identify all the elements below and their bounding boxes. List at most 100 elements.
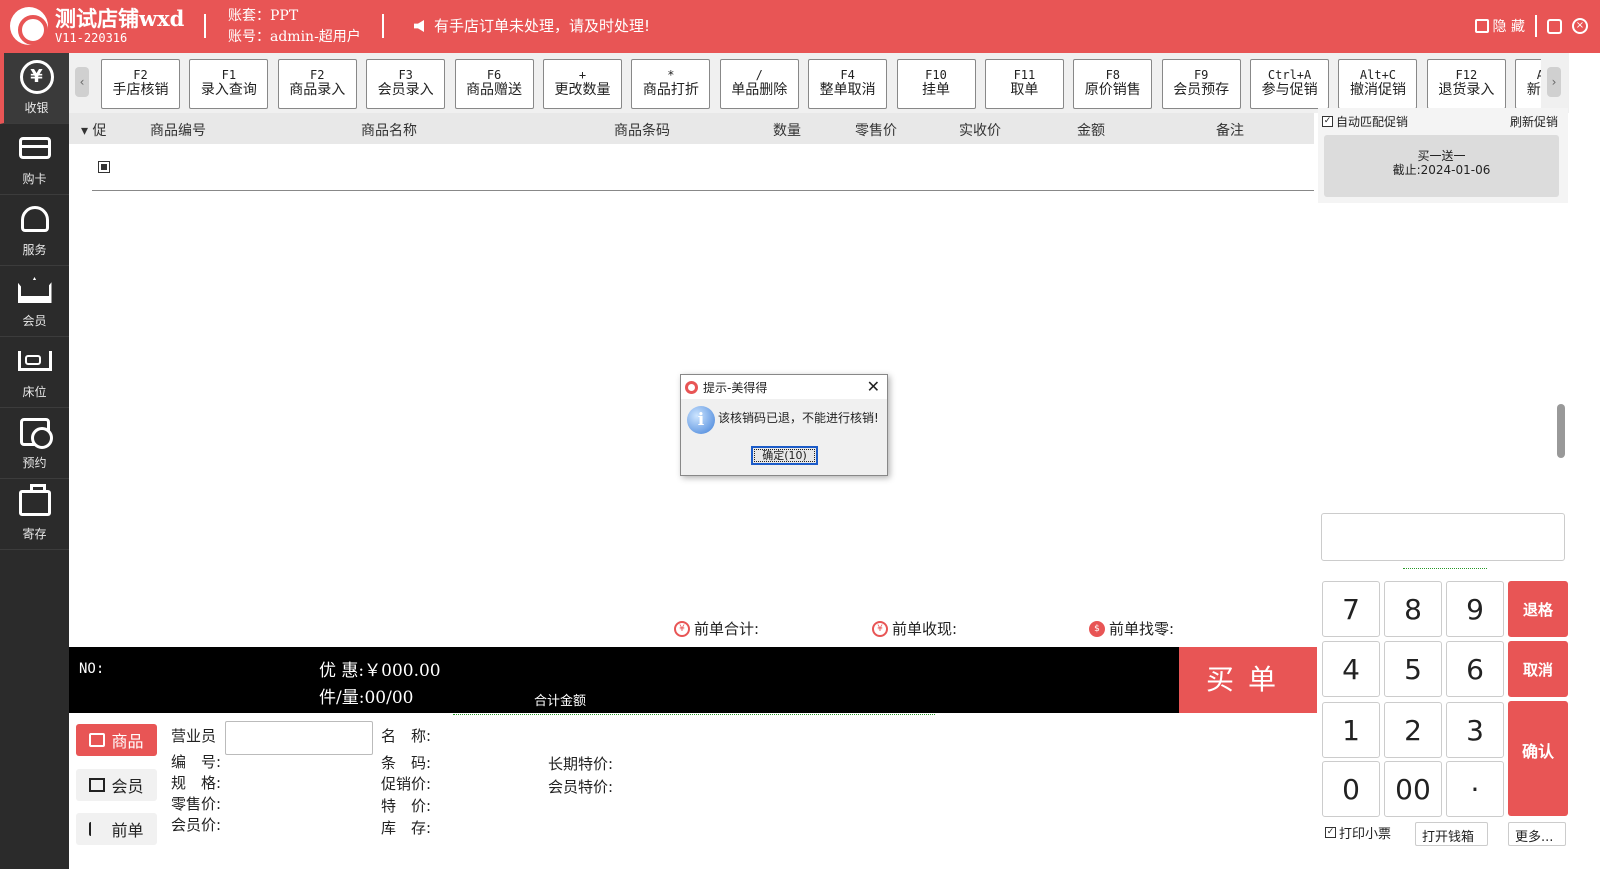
fkey-label: 原价销售 — [1084, 82, 1141, 98]
col-amount: 金额 — [1077, 123, 1105, 139]
fkey-cancel-order[interactable]: F4 整单取消 — [808, 59, 888, 109]
promo-price-label: 促销价: — [381, 775, 432, 793]
close-icon[interactable]: × — [1572, 18, 1588, 34]
fkey-change-qty[interactable]: + 更改数量 — [542, 59, 622, 109]
fkey-goods-gift[interactable]: F6 商品赠送 — [454, 59, 534, 109]
key-dot[interactable]: · — [1446, 761, 1504, 817]
goods-icon — [89, 733, 106, 747]
key-00[interactable]: 00 — [1384, 761, 1442, 817]
fkey-label: 单品删除 — [731, 82, 788, 98]
col-promo[interactable]: ▾ 促 — [81, 120, 106, 140]
app-logo-icon — [10, 7, 48, 45]
salesperson-input[interactable] — [225, 721, 373, 755]
auto-match-label: 自动匹配促销 — [1336, 115, 1409, 129]
fkey-label: 更改数量 — [554, 82, 611, 98]
key-2[interactable]: 2 — [1384, 702, 1442, 758]
order-notice[interactable]: 有手店订单未处理，请及时处理! — [414, 15, 650, 36]
prev-received-label: 前单收现: — [892, 620, 958, 638]
fkey-shortcut: / — [755, 68, 763, 82]
confirm-button[interactable]: 确认 — [1508, 701, 1568, 816]
code-label: 编 号: — [171, 753, 222, 771]
key-4[interactable]: 4 — [1322, 641, 1380, 697]
key-1[interactable]: 1 — [1322, 702, 1380, 758]
fkey-entry-query[interactable]: F1 录入查询 — [189, 59, 269, 109]
tab-goods[interactable]: 商品 — [76, 724, 157, 756]
key-6[interactable]: 6 — [1446, 641, 1504, 697]
sidebar-item-cashier[interactable]: ¥ 收银 — [0, 53, 69, 124]
close-icon[interactable]: ✕ — [867, 377, 880, 396]
sidebar-item-buy-card[interactable]: 购卡 — [0, 124, 69, 195]
open-drawer-button[interactable]: 打开钱箱 — [1415, 822, 1488, 846]
fkey-hold-order[interactable]: F10 挂单 — [896, 59, 976, 109]
sidebar-item-label: 寄存 — [22, 527, 47, 541]
fkey-original-price[interactable]: F8 原价销售 — [1073, 59, 1153, 109]
key-0[interactable]: 0 — [1322, 761, 1380, 817]
minimize-icon[interactable] — [1547, 18, 1562, 34]
backspace-button[interactable]: 退格 — [1508, 581, 1568, 637]
fkey-item-delete[interactable]: / 单品删除 — [719, 59, 799, 109]
col-label: 促 — [92, 123, 107, 139]
toolbar-scroll-right[interactable]: › — [1547, 67, 1561, 97]
item-quantity: 件/量:00/00 — [319, 688, 414, 708]
fkey-join-promo[interactable]: Ctrl+A 参与促销 — [1250, 59, 1330, 109]
table-row[interactable] — [92, 144, 1314, 191]
goods-table-header: ▾ 促 商品编号 商品名称 商品条码 数量 零售价 实收价 金额 备注 — [69, 113, 1314, 144]
long-special-label: 长期特价: — [548, 755, 614, 773]
fkey-shortcut: F10 — [925, 68, 947, 82]
tab-member[interactable]: 会员 — [76, 769, 157, 801]
prev-total: ¥ 前单合计: — [674, 618, 759, 639]
col-remark: 备注 — [1216, 123, 1244, 139]
toolbar-scroll-left[interactable]: ‹ — [75, 67, 89, 97]
key-3[interactable]: 3 — [1446, 702, 1504, 758]
sidebar-item-service[interactable]: 服务 — [0, 195, 69, 266]
fkey-add-member[interactable]: Alt+G新增会员 — [1515, 59, 1541, 109]
fkey-label: 挂单 — [922, 82, 951, 98]
sidebar-item-label: 预约 — [22, 456, 47, 470]
fkey-store-verify[interactable]: F2 手店核销 — [101, 59, 180, 109]
sidebar-item-storage[interactable]: 寄存 — [0, 479, 69, 550]
main-sidebar: ¥ 收银 购卡 服务 会员 床位 预约 寄存 — [0, 53, 69, 869]
notice-text: 有手店订单未处理，请及时处理! — [434, 17, 651, 35]
list-icon — [89, 822, 105, 836]
sidebar-item-bed[interactable]: 床位 — [0, 337, 69, 408]
promo-name: 买一送一 — [1417, 149, 1466, 163]
refresh-promo-link[interactable]: 刷新促销 — [1510, 113, 1558, 130]
key-8[interactable]: 8 — [1384, 581, 1442, 637]
ok-button[interactable]: 确定(10) — [751, 446, 818, 465]
tab-prev-order[interactable]: 前单 — [76, 813, 157, 845]
sidebar-item-member[interactable]: 会员 — [0, 266, 69, 337]
stock-label: 库 存: — [381, 819, 432, 837]
window-controls: 隐 藏 × — [1474, 15, 1588, 37]
fkey-member-deposit[interactable]: F9 会员预存 — [1161, 59, 1241, 109]
keypad-display[interactable] — [1321, 513, 1565, 561]
more-button[interactable]: 更多... — [1508, 822, 1566, 846]
fkey-goods-discount[interactable]: * 商品打折 — [631, 59, 711, 109]
bed-icon — [17, 344, 52, 378]
hide-button[interactable]: 隐 藏 — [1474, 16, 1525, 36]
promo-panel: ✓ 自动匹配促销 刷新促销 买一送一 截止:2024-01-06 — [1318, 108, 1568, 203]
fkey-goods-entry[interactable]: F2 商品录入 — [277, 59, 357, 109]
auto-match-promo-checkbox[interactable]: ✓ 自动匹配促销 — [1322, 113, 1408, 130]
key-7[interactable]: 7 — [1322, 581, 1380, 637]
key-9[interactable]: 9 — [1446, 581, 1504, 637]
dialog-titlebar[interactable]: 提示-美得得 ✕ — [681, 375, 887, 399]
col-code: 商品编号 — [150, 123, 206, 139]
checkout-button[interactable]: 买单 — [1179, 647, 1317, 713]
sidebar-item-booking[interactable]: 预约 — [0, 408, 69, 479]
cancel-button[interactable]: 取消 — [1508, 641, 1568, 697]
promo-card[interactable]: 买一送一 截止:2024-01-06 — [1324, 135, 1559, 197]
speaker-icon — [414, 20, 424, 32]
fkey-member-entry[interactable]: F3 会员录入 — [366, 59, 446, 109]
fkey-retrieve-order[interactable]: F11 取单 — [984, 59, 1064, 109]
fkey-label: 退货录入 — [1438, 82, 1495, 98]
heart-hand-icon — [18, 202, 52, 236]
header-divider — [204, 14, 206, 38]
sidebar-item-label: 收银 — [24, 101, 49, 115]
vertical-scrollbar[interactable] — [1557, 404, 1565, 458]
spec-label: 规 格: — [171, 774, 222, 792]
fkey-return-entry[interactable]: F12 退货录入 — [1426, 59, 1506, 109]
fkey-undo-promo[interactable]: Alt+C 撤消促销 — [1338, 59, 1418, 109]
print-receipt-checkbox[interactable]: ✓ 打印小票 — [1325, 823, 1391, 842]
key-5[interactable]: 5 — [1384, 641, 1442, 697]
fkey-shortcut: Ctrl+A — [1267, 68, 1312, 82]
